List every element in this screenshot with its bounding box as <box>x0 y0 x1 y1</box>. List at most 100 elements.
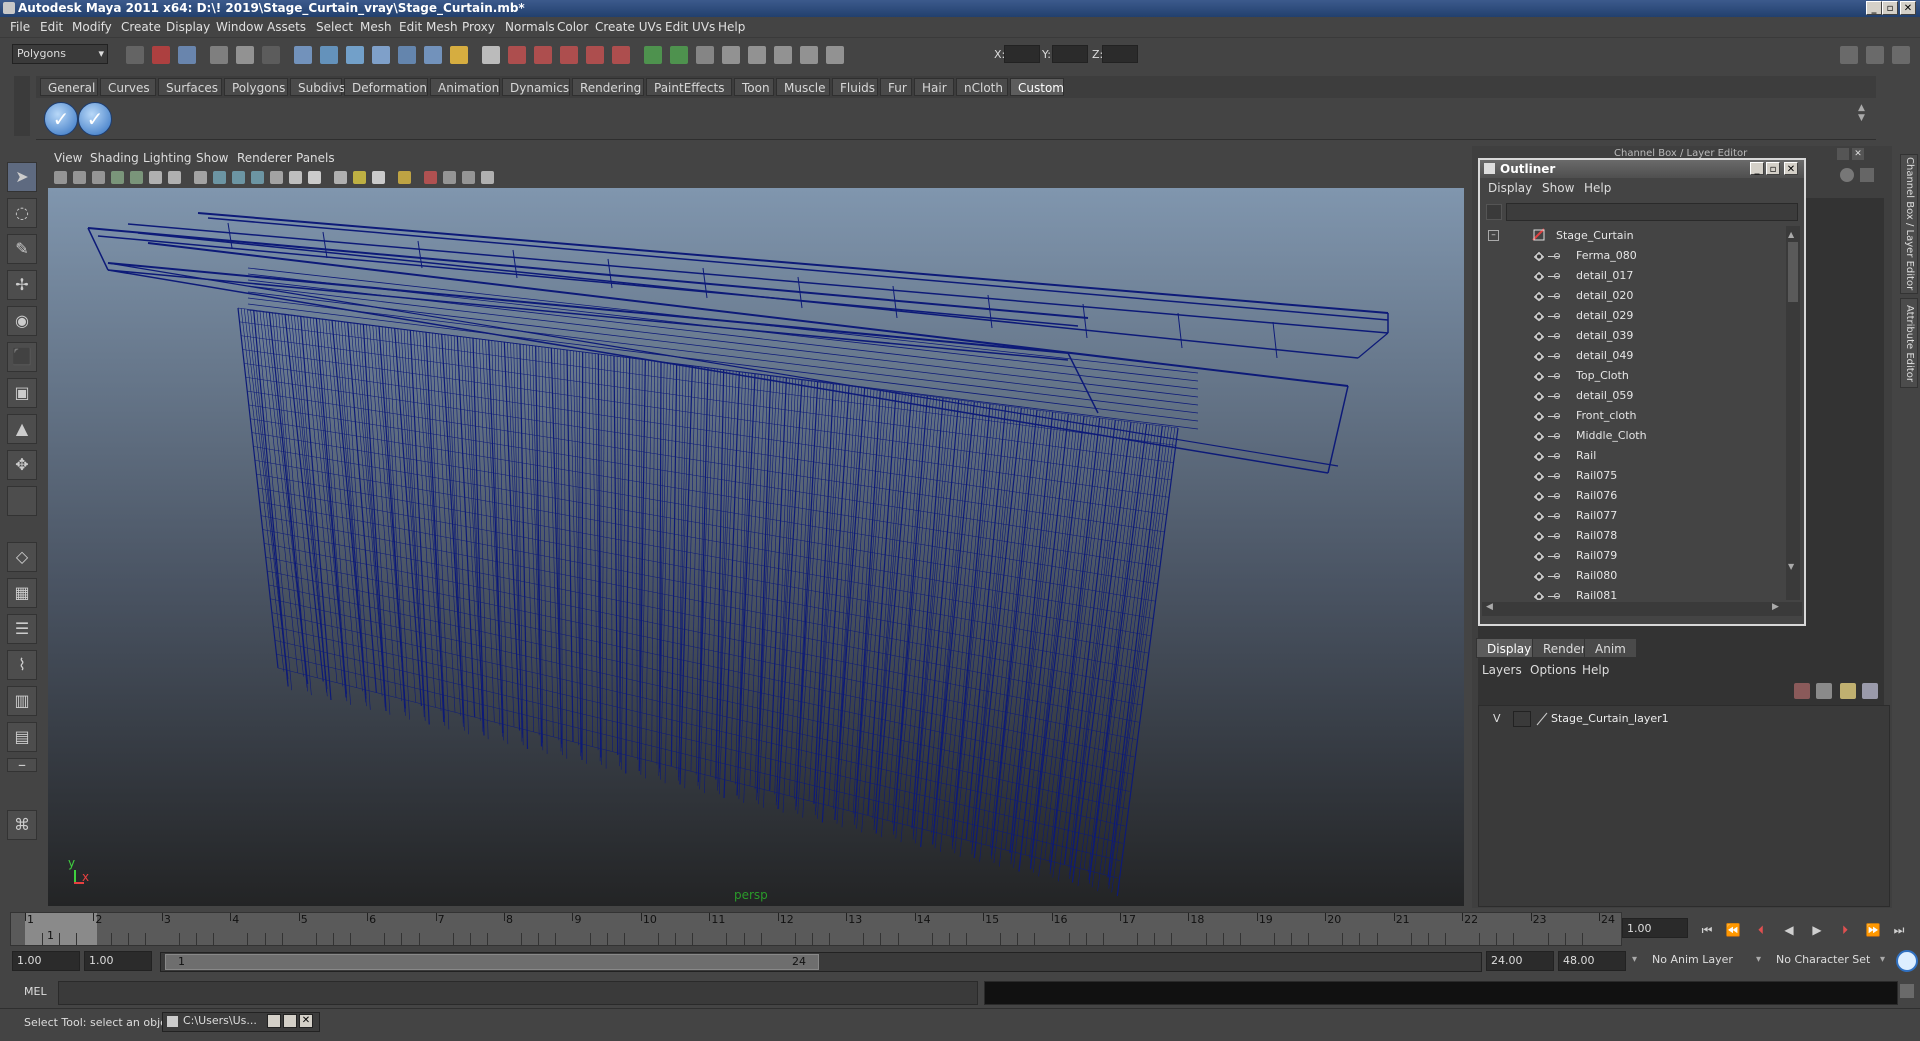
script-editor-icon[interactable] <box>1900 984 1914 998</box>
outliner-item[interactable]: Rail080 <box>1482 566 1782 586</box>
outliner-item[interactable]: Rail079 <box>1482 546 1782 566</box>
select-hierarchy-icon[interactable] <box>210 46 228 64</box>
shelf-scroll-icon[interactable]: ▲▼ <box>1858 103 1870 133</box>
isolate-select-icon[interactable] <box>398 171 411 184</box>
outliner-item[interactable]: detail_059 <box>1482 386 1782 406</box>
scale-tool-icon[interactable]: ⬛ <box>7 342 37 372</box>
menu-help[interactable]: Help <box>718 20 745 34</box>
layer-menu-help[interactable]: Help <box>1582 663 1609 677</box>
open-scene-icon[interactable] <box>152 46 170 64</box>
attribute-editor-toggle-icon[interactable] <box>1866 46 1884 64</box>
film-gate-icon[interactable] <box>149 171 162 184</box>
bounding-box-icon[interactable] <box>270 171 283 184</box>
snapshot-icon[interactable] <box>800 46 818 64</box>
snap-point-icon[interactable] <box>346 46 364 64</box>
move-down-layer-icon[interactable] <box>1862 683 1878 699</box>
shadows-icon[interactable] <box>308 171 321 184</box>
outliner-item[interactable]: detail_017 <box>1482 266 1782 286</box>
checkmark-icon[interactable]: ✓ <box>78 102 112 136</box>
outliner-item[interactable]: detail_039 <box>1482 326 1782 346</box>
make-live-icon[interactable] <box>424 46 442 64</box>
wireframe-icon[interactable] <box>194 171 207 184</box>
viewport-menu-show[interactable]: Show <box>196 151 228 165</box>
construction-history-icon[interactable] <box>696 46 714 64</box>
z-coordinate-input[interactable] <box>1102 45 1138 63</box>
shelf-tab-general[interactable]: General <box>40 78 98 96</box>
viewport-menu-renderer[interactable]: Renderer <box>237 151 292 165</box>
anim-layer-dropdown[interactable]: No Anim Layer <box>1648 951 1756 971</box>
graph-editor-layout-icon[interactable]: ⌇ <box>7 650 37 680</box>
checkmark-icon[interactable]: ✓ <box>44 102 78 136</box>
go-to-start-icon[interactable]: ⏮ <box>1697 922 1717 938</box>
layer-tab-anim[interactable]: Anim <box>1584 638 1637 658</box>
shelf-tab-animation[interactable]: Animation <box>430 78 500 96</box>
shelf-tab-surfaces[interactable]: Surfaces <box>158 78 222 96</box>
snap-surface-icon[interactable] <box>398 46 416 64</box>
command-input[interactable] <box>58 981 978 1005</box>
menu-create[interactable]: Create <box>121 20 161 34</box>
menu-create-uvs[interactable]: Create UVs <box>595 20 662 34</box>
shelf-tab-hair[interactable]: Hair <box>914 78 954 96</box>
select-component-icon[interactable] <box>262 46 280 64</box>
outliner-maximize-button[interactable]: ▫ <box>1766 162 1780 175</box>
menu-color[interactable]: Color <box>557 20 588 34</box>
scroll-left-icon[interactable]: ◀ <box>1486 602 1493 612</box>
maximize-icon[interactable] <box>283 1014 297 1028</box>
create-layer-icon[interactable] <box>1816 683 1832 699</box>
shelf-tab-rendering[interactable]: Rendering <box>572 78 644 96</box>
paint-select-tool-icon[interactable]: ✎ <box>7 234 37 264</box>
panel-layout-icon[interactable] <box>1840 46 1858 64</box>
outliner-root-item[interactable]: – Stage_Curtain <box>1482 226 1782 246</box>
scroll-right-icon[interactable]: ▶ <box>1772 602 1779 612</box>
outliner-minimize-button[interactable]: _ <box>1750 162 1764 175</box>
menu-proxy[interactable]: Proxy <box>462 20 495 34</box>
lock-icon[interactable] <box>450 46 468 64</box>
go-to-end-icon[interactable]: ⏭ <box>1889 922 1909 938</box>
shelf-tab-muscle[interactable]: Muscle <box>776 78 830 96</box>
time-slider[interactable]: 1 12345678910111213141516171819202122232… <box>10 912 1622 946</box>
menu-set-dropdown[interactable]: Polygons ▾ <box>12 44 108 64</box>
camera-attributes-icon[interactable] <box>73 171 86 184</box>
shelf-tab-polygons[interactable]: Polygons <box>224 78 288 96</box>
maximize-button[interactable]: ▫ <box>1882 1 1898 15</box>
scroll-up-icon[interactable]: ▲ <box>1788 230 1798 240</box>
select-object-icon[interactable] <box>236 46 254 64</box>
hypershade-layout-icon[interactable]: ▥ <box>7 686 37 716</box>
y-coordinate-input[interactable] <box>1052 45 1088 63</box>
resolution-gate-icon[interactable] <box>168 171 181 184</box>
x-coordinate-input[interactable] <box>1004 45 1040 63</box>
flat-shade-icon[interactable] <box>251 171 264 184</box>
channel-box-icon[interactable] <box>1840 168 1854 182</box>
layer-row[interactable]: V Stage_Curtain_layer1 <box>1483 710 1883 728</box>
soft-modification-tool-icon[interactable]: ▲ <box>7 414 37 444</box>
shelf-tab-custom[interactable]: Custom <box>1010 78 1064 96</box>
smooth-shade-wire-icon[interactable] <box>232 171 245 184</box>
viewport-menu-panels[interactable]: Panels <box>296 151 335 165</box>
outliner-search-input[interactable] <box>1506 203 1798 221</box>
snap-grid-icon[interactable] <box>294 46 312 64</box>
current-frame-input[interactable]: 1.00 <box>1622 918 1688 938</box>
channel-box-toggle-icon[interactable] <box>1892 46 1910 64</box>
snap-plane-icon[interactable] <box>372 46 390 64</box>
ipr-icon[interactable] <box>774 46 792 64</box>
channel-box-side-tab[interactable]: Channel Box / Layer Editor <box>1900 154 1918 294</box>
layer-menu-options[interactable]: Options <box>1530 663 1576 677</box>
outliner-item[interactable]: Top_Cloth <box>1482 366 1782 386</box>
display-render-view-icon[interactable] <box>644 46 662 64</box>
current-time-indicator[interactable]: 1 <box>25 913 97 945</box>
universal-manipulator-icon[interactable]: ▣ <box>7 378 37 408</box>
input-output-icon[interactable] <box>670 46 688 64</box>
transform-constraint-icon[interactable] <box>826 46 844 64</box>
layer-menu-layers[interactable]: Layers <box>1482 663 1522 677</box>
four-view-layout-icon[interactable]: ▦ <box>7 578 37 608</box>
close-icon[interactable]: ✕ <box>299 1014 313 1028</box>
menu-assets[interactable]: Assets <box>267 20 306 34</box>
texture-icon[interactable] <box>289 171 302 184</box>
restore-icon[interactable] <box>267 1014 281 1028</box>
menu-edit[interactable]: Edit <box>40 20 63 34</box>
lasso-tool-icon[interactable]: ◌ <box>7 198 37 228</box>
layer-template-toggle[interactable] <box>1513 711 1531 727</box>
outliner-item[interactable]: Front_cloth <box>1482 406 1782 426</box>
render-frame-icon[interactable] <box>534 46 552 64</box>
rotate-tool-icon[interactable]: ◉ <box>7 306 37 336</box>
